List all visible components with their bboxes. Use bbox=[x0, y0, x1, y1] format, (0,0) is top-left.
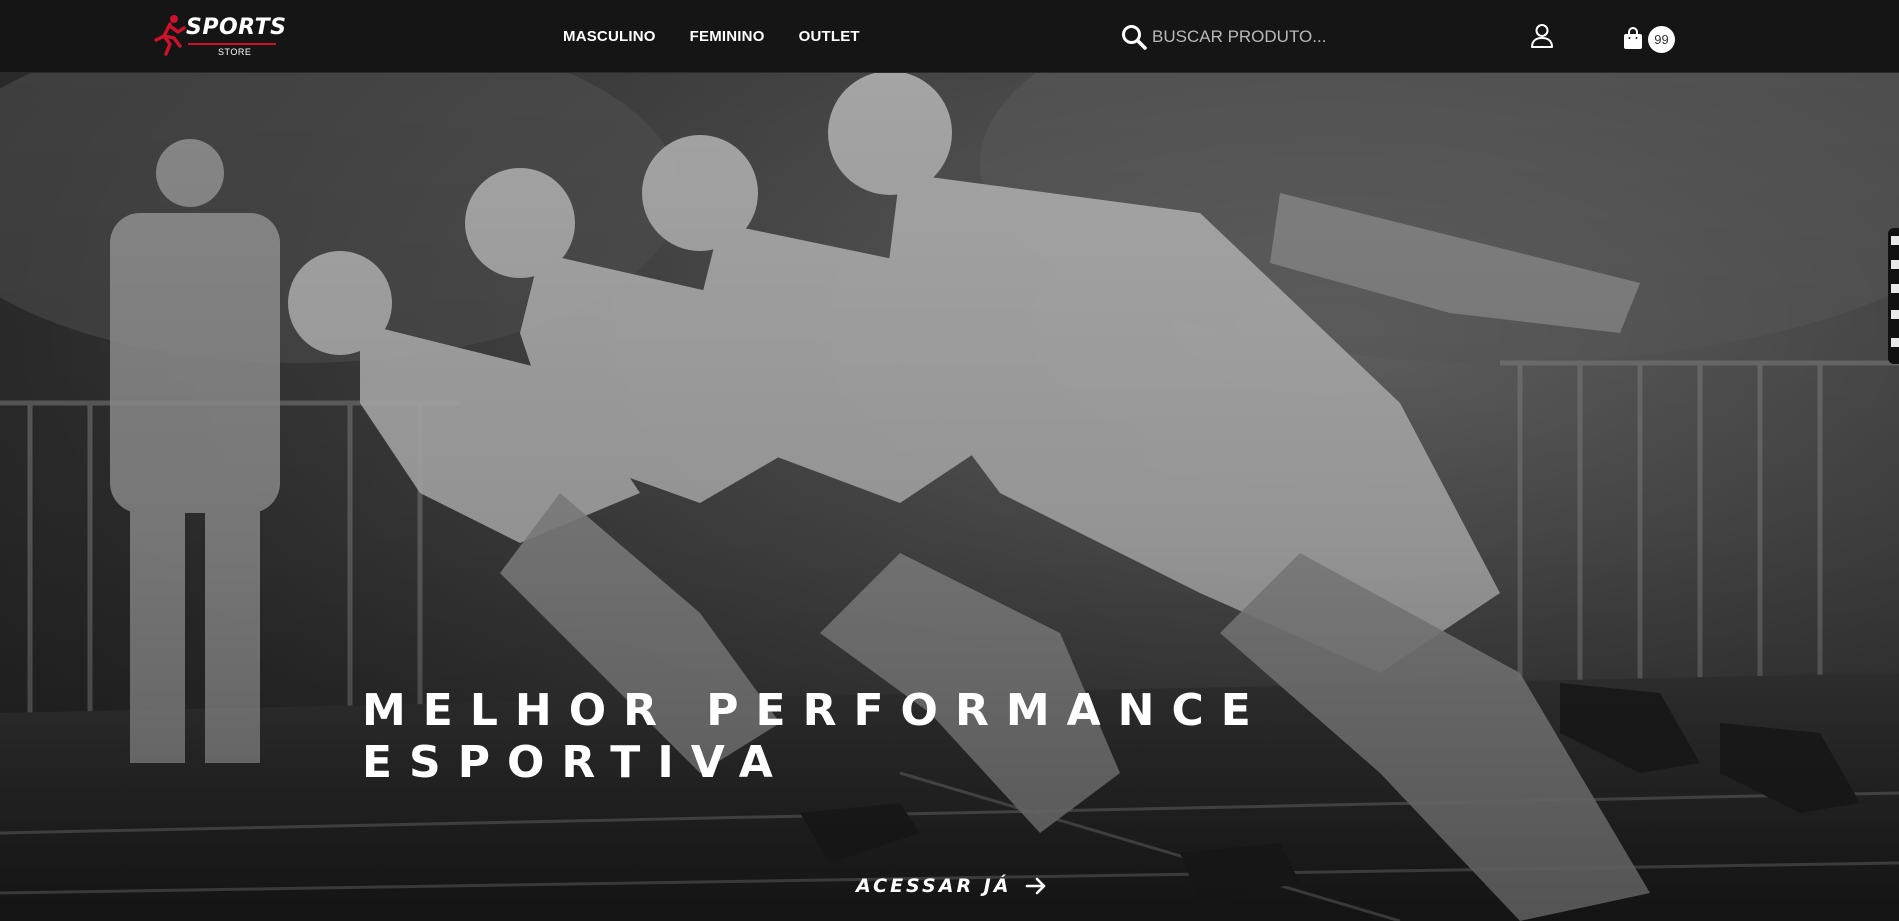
hero-banner: MELHOR PERFORMANCE ESPORTIVA ACESSAR JÁ bbox=[0, 73, 1899, 921]
nav-outlet[interactable]: OUTLET bbox=[799, 28, 860, 45]
logo-subtitle: STORE bbox=[218, 47, 252, 57]
search-icon[interactable] bbox=[1120, 23, 1148, 51]
nav-masculino[interactable]: MASCULINO bbox=[563, 28, 656, 45]
cta-button[interactable]: ACESSAR JÁ bbox=[856, 875, 1047, 897]
logo-underline bbox=[188, 43, 276, 45]
accessibility-icon[interactable] bbox=[1891, 236, 1899, 245]
search-bar bbox=[1120, 20, 1410, 54]
hero-overlay bbox=[0, 73, 1899, 921]
main-nav: MASCULINO FEMININO OUTLET bbox=[563, 0, 860, 73]
cta-label: ACESSAR JÁ bbox=[856, 875, 1012, 897]
widget-icon-3[interactable] bbox=[1891, 310, 1899, 319]
runner-logo-icon bbox=[154, 15, 186, 56]
hero-title: MELHOR PERFORMANCE ESPORTIVA bbox=[362, 685, 1362, 789]
search-input[interactable] bbox=[1152, 27, 1410, 47]
site-header: SPORTS STORE MASCULINO FEMININO OUTLET 9… bbox=[0, 0, 1899, 73]
arrow-right-icon bbox=[1026, 877, 1046, 895]
logo-wordmark: SPORTS bbox=[186, 15, 287, 40]
widget-icon-2[interactable] bbox=[1891, 284, 1899, 293]
hero-title-line1: MELHOR PERFORMANCE bbox=[362, 685, 1268, 736]
user-icon[interactable] bbox=[1528, 22, 1556, 50]
hero-title-line2: ESPORTIVA bbox=[362, 737, 790, 788]
cart-button[interactable]: 99 bbox=[1620, 20, 1680, 54]
side-widget bbox=[1888, 228, 1899, 364]
widget-icon-1[interactable] bbox=[1891, 260, 1899, 269]
nav-feminino[interactable]: FEMININO bbox=[690, 28, 765, 45]
cart-count-badge: 99 bbox=[1648, 26, 1675, 53]
close-icon[interactable] bbox=[1891, 338, 1899, 347]
store-logo[interactable]: SPORTS STORE bbox=[150, 12, 286, 58]
shopping-bag-icon bbox=[1624, 27, 1642, 49]
